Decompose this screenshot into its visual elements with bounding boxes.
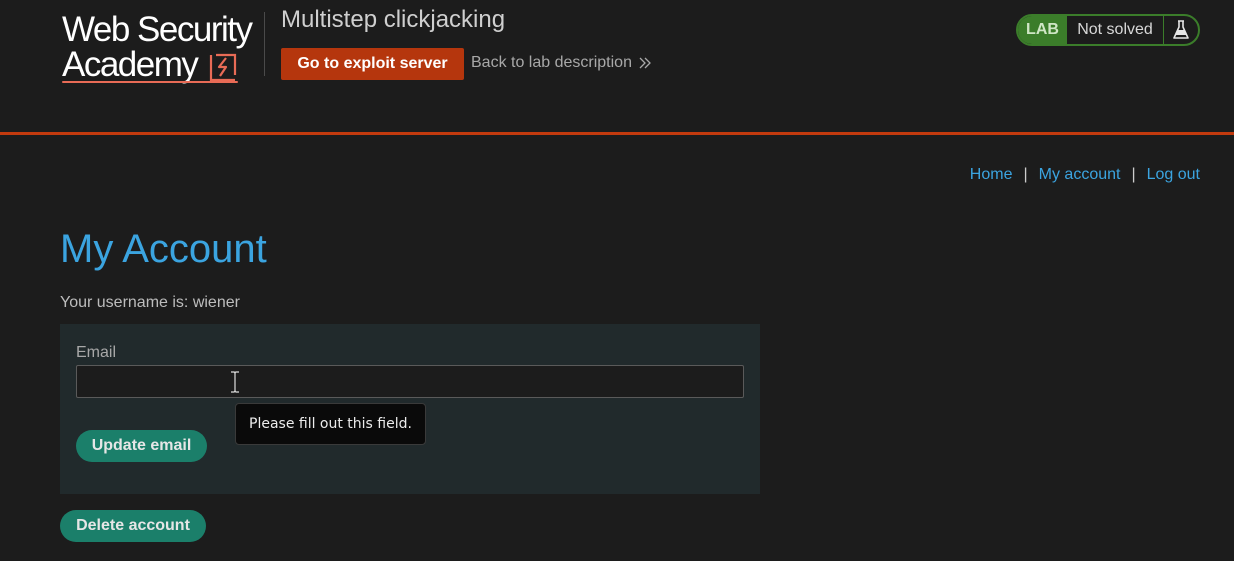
back-to-lab-description-link[interactable]: Back to lab description — [471, 54, 652, 72]
text-cursor-icon — [231, 371, 239, 393]
lab-header: Web Security Academy Multistep clickjack… — [0, 0, 1234, 135]
nav-home-link[interactable]: Home — [970, 166, 1013, 184]
email-input[interactable] — [76, 365, 744, 398]
lab-status-widget: LAB Not solved — [1016, 14, 1200, 46]
back-link-label: Back to lab description — [471, 54, 632, 71]
change-email-form: Email Please fill out this field. Update… — [60, 324, 760, 494]
lightning-bolt-icon — [209, 53, 237, 82]
account-nav: Home | My account | Log out — [970, 166, 1200, 184]
update-email-button[interactable]: Update email — [76, 430, 207, 462]
nav-separator: | — [1131, 166, 1136, 183]
double-chevron-right-icon — [639, 57, 651, 69]
logo-text-line2: Academy — [62, 45, 199, 84]
header-divider — [264, 12, 265, 76]
logo-underline — [62, 81, 238, 83]
flask-icon — [1164, 16, 1198, 44]
lab-title: Multistep clickjacking — [281, 6, 506, 33]
delete-account-button[interactable]: Delete account — [60, 510, 206, 542]
page-title: My Account — [60, 227, 267, 271]
logo-text-line1: Web Security — [62, 10, 253, 49]
nav-my-account-link[interactable]: My account — [1039, 166, 1121, 184]
nav-separator: | — [1023, 166, 1028, 183]
nav-log-out-link[interactable]: Log out — [1147, 166, 1200, 184]
validation-tooltip: Please fill out this field. — [235, 403, 426, 445]
email-label: Email — [76, 344, 117, 361]
go-to-exploit-server-button[interactable]: Go to exploit server — [281, 48, 464, 80]
lab-badge: LAB — [1018, 16, 1067, 44]
web-security-academy-logo[interactable]: Web Security Academy — [62, 10, 262, 86]
lab-status-text: Not solved — [1067, 16, 1164, 44]
username-text: Your username is: wiener — [60, 294, 240, 311]
